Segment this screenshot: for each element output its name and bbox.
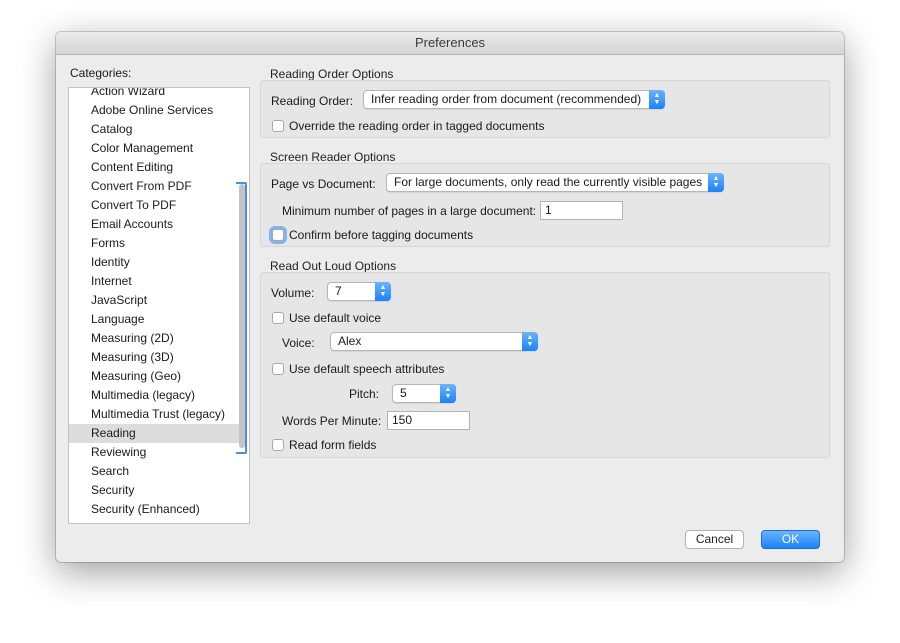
- sidebar-item-convert-from-pdf[interactable]: Convert From PDF: [69, 177, 239, 196]
- volume-label: Volume:: [271, 286, 315, 300]
- sidebar-item-security[interactable]: Security: [69, 481, 239, 500]
- cancel-button[interactable]: Cancel: [685, 530, 744, 549]
- read-form-fields-label: Read form fields: [289, 438, 377, 452]
- page-vs-document-value: For large documents, only read the curre…: [394, 175, 703, 189]
- voice-value: Alex: [338, 334, 362, 348]
- screen-reader-section-title: Screen Reader Options: [270, 150, 396, 164]
- volume-select[interactable]: 7 ▲ ▼: [327, 282, 391, 301]
- sidebar-focus-indicator: [236, 182, 247, 454]
- confirm-tagging-checkbox[interactable]: [272, 229, 284, 241]
- default-speech-label: Use default speech attributes: [289, 362, 445, 376]
- chevron-updown-icon: ▲ ▼: [708, 173, 724, 192]
- sidebar-item-language[interactable]: Language: [69, 310, 239, 329]
- volume-value: 7: [335, 284, 342, 298]
- sidebar-item-catalog[interactable]: Catalog: [69, 120, 239, 139]
- sidebar-item-convert-to-pdf[interactable]: Convert To PDF: [69, 196, 239, 215]
- min-pages-label: Minimum number of pages in a large docum…: [282, 204, 537, 218]
- page-vs-document-label: Page vs Document:: [271, 177, 376, 191]
- wpm-label: Words Per Minute:: [282, 414, 382, 428]
- sidebar-item-email-accounts[interactable]: Email Accounts: [69, 215, 239, 234]
- chevron-updown-icon: ▲ ▼: [649, 90, 665, 109]
- sidebar-item-color-management[interactable]: Color Management: [69, 139, 239, 158]
- sidebar-item-action-wizard[interactable]: Action Wizard: [69, 88, 239, 101]
- sidebar-item-reading[interactable]: Reading: [69, 424, 239, 443]
- page-vs-document-select[interactable]: For large documents, only read the curre…: [386, 173, 724, 192]
- categories-label: Categories:: [70, 66, 132, 80]
- sidebar-item-adobe-online-services[interactable]: Adobe Online Services: [69, 101, 239, 120]
- confirm-tagging-label: Confirm before tagging documents: [289, 228, 474, 242]
- default-speech-checkbox[interactable]: [272, 363, 284, 375]
- default-voice-label: Use default voice: [289, 311, 382, 325]
- sidebar-item-internet[interactable]: Internet: [69, 272, 239, 291]
- pitch-value: 5: [400, 386, 407, 400]
- override-reading-order-checkbox[interactable]: [272, 120, 284, 132]
- sidebar-item-javascript[interactable]: JavaScript: [69, 291, 239, 310]
- voice-select[interactable]: Alex ▲ ▼: [330, 332, 538, 351]
- pitch-select[interactable]: 5 ▲ ▼: [392, 384, 456, 403]
- wpm-input[interactable]: 150: [387, 411, 470, 430]
- sidebar-item-security-enhanced[interactable]: Security (Enhanced): [69, 500, 239, 519]
- reading-order-label: Reading Order:: [271, 94, 354, 108]
- chevron-updown-icon: ▲ ▼: [440, 384, 456, 403]
- read-form-fields-checkbox[interactable]: [272, 439, 284, 451]
- chevron-updown-icon: ▲ ▼: [522, 332, 538, 351]
- sidebar-item-multimedia-trust-legacy[interactable]: Multimedia Trust (legacy): [69, 405, 239, 424]
- pitch-label: Pitch:: [349, 387, 380, 401]
- sidebar-item-identity[interactable]: Identity: [69, 253, 239, 272]
- categories-list[interactable]: Action Wizard Adobe Online Services Cata…: [68, 87, 250, 524]
- sidebar-item-measuring-geo[interactable]: Measuring (Geo): [69, 367, 239, 386]
- min-pages-input[interactable]: 1: [540, 201, 623, 220]
- sidebar-item-measuring-2d[interactable]: Measuring (2D): [69, 329, 239, 348]
- sidebar-item-content-editing[interactable]: Content Editing: [69, 158, 239, 177]
- chevron-updown-icon: ▲ ▼: [375, 282, 391, 301]
- sidebar-item-search[interactable]: Search: [69, 462, 239, 481]
- sidebar-item-measuring-3d[interactable]: Measuring (3D): [69, 348, 239, 367]
- voice-label: Voice:: [282, 336, 315, 350]
- reading-order-section-title: Reading Order Options: [270, 67, 394, 81]
- preferences-window: Preferences Categories: Action Wizard Ad…: [56, 32, 844, 562]
- sidebar-item-multimedia-legacy[interactable]: Multimedia (legacy): [69, 386, 239, 405]
- reading-order-value: Infer reading order from document (recom…: [371, 92, 642, 106]
- ok-button[interactable]: OK: [761, 530, 820, 549]
- read-out-loud-section-title: Read Out Loud Options: [270, 259, 397, 273]
- sidebar-item-forms[interactable]: Forms: [69, 234, 239, 253]
- override-reading-order-label: Override the reading order in tagged doc…: [289, 119, 545, 133]
- reading-order-select[interactable]: Infer reading order from document (recom…: [363, 90, 665, 109]
- sidebar-item-reviewing[interactable]: Reviewing: [69, 443, 239, 462]
- window-title: Preferences: [56, 32, 844, 55]
- default-voice-checkbox[interactable]: [272, 312, 284, 324]
